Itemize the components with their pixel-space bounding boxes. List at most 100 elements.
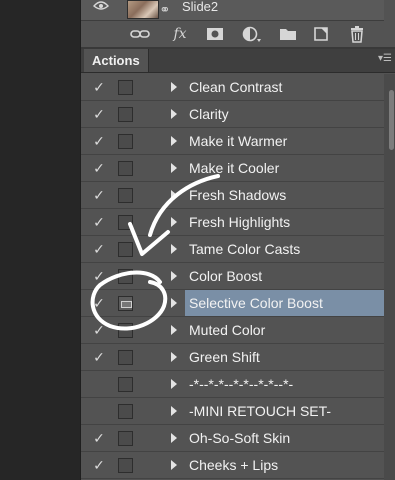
action-name: Green Shift <box>189 349 260 365</box>
expand-triangle-icon[interactable] <box>171 244 177 254</box>
dialog-toggle-box[interactable] <box>118 377 133 392</box>
action-name: Muted Color <box>189 322 266 338</box>
action-name-cell[interactable]: -MINI RETOUCH SET- <box>185 398 384 424</box>
toggle-item-checkbox[interactable]: ✓ <box>91 155 107 181</box>
fx-icon[interactable]: fx <box>169 25 191 43</box>
dialog-toggle-icon[interactable] <box>118 296 133 311</box>
action-name-cell[interactable]: Green Shift <box>185 344 384 370</box>
action-name: Color Boost <box>189 268 263 284</box>
dialog-toggle-box[interactable] <box>118 134 133 149</box>
expand-triangle-icon[interactable] <box>171 379 177 389</box>
layers-toolbar: fx <box>81 21 384 48</box>
action-row[interactable]: ✓ Oh-So-Soft Skin <box>81 425 384 452</box>
action-name: Make it Warmer <box>189 133 288 149</box>
action-name-cell[interactable]: Cheeks + Lips <box>185 452 384 478</box>
toggle-item-checkbox[interactable]: ✓ <box>91 317 107 343</box>
expand-triangle-icon[interactable] <box>171 460 177 470</box>
dialog-toggle-box[interactable] <box>118 188 133 203</box>
toggle-item-checkbox[interactable]: ✓ <box>91 425 107 451</box>
toggle-item-checkbox[interactable]: ✓ <box>91 182 107 208</box>
toggle-item-checkbox[interactable]: ✓ <box>91 236 107 262</box>
document-canvas-area <box>0 0 80 480</box>
link-icon[interactable] <box>129 25 151 43</box>
expand-triangle-icon[interactable] <box>171 352 177 362</box>
toggle-item-checkbox[interactable] <box>91 371 107 397</box>
toggle-item-checkbox[interactable]: ✓ <box>91 344 107 370</box>
action-row[interactable]: ✓ Green Shift <box>81 344 384 371</box>
action-row[interactable]: ✓ Clarity <box>81 101 384 128</box>
layer-row[interactable]: ⚭ Slide2 <box>81 0 384 21</box>
expand-triangle-icon[interactable] <box>171 109 177 119</box>
action-name-cell[interactable]: Fresh Shadows <box>185 182 384 208</box>
action-name-cell[interactable]: -*--*-*--*-*--*-*--*- <box>185 371 384 397</box>
expand-triangle-icon[interactable] <box>171 325 177 335</box>
action-row[interactable]: ✓ Cheeks + Lips <box>81 452 384 479</box>
scrollbar-thumb[interactable] <box>389 90 394 150</box>
toggle-item-checkbox[interactable]: ✓ <box>91 290 107 316</box>
action-row[interactable]: ✓ Selective Color Boost <box>81 290 384 317</box>
action-name: Clarity <box>189 106 229 122</box>
action-name-cell[interactable]: Color Boost <box>185 263 384 289</box>
toggle-item-checkbox[interactable]: ✓ <box>91 101 107 127</box>
dialog-toggle-box[interactable] <box>118 215 133 230</box>
dialog-toggle-box[interactable] <box>118 107 133 122</box>
mask-icon[interactable] <box>205 25 225 43</box>
dialog-toggle-box[interactable] <box>118 161 133 176</box>
expand-triangle-icon[interactable] <box>171 433 177 443</box>
action-row[interactable]: ✓ Clean Contrast <box>81 74 384 101</box>
action-name-cell[interactable]: Make it Cooler <box>185 155 384 181</box>
expand-triangle-icon[interactable] <box>171 163 177 173</box>
dialog-toggle-box[interactable] <box>118 242 133 257</box>
dialog-toggle-box[interactable] <box>118 350 133 365</box>
adjustment-icon[interactable] <box>241 25 263 43</box>
new-layer-icon[interactable] <box>311 25 331 43</box>
dialog-toggle-box[interactable] <box>118 269 133 284</box>
action-row[interactable]: ✓ Muted Color <box>81 317 384 344</box>
dialog-toggle-box[interactable] <box>118 323 133 338</box>
action-row[interactable]: ✓ Tame Color Casts <box>81 236 384 263</box>
dialog-toggle-box[interactable] <box>118 431 133 446</box>
expand-triangle-icon[interactable] <box>171 298 177 308</box>
expand-triangle-icon[interactable] <box>171 217 177 227</box>
action-name: Oh-So-Soft Skin <box>189 430 291 446</box>
expand-triangle-icon[interactable] <box>171 82 177 92</box>
visibility-eye-icon[interactable] <box>93 0 109 10</box>
action-row[interactable]: -MINI RETOUCH SET- <box>81 398 384 425</box>
action-row[interactable]: ✓ Make it Warmer <box>81 128 384 155</box>
toggle-item-checkbox[interactable]: ✓ <box>91 263 107 289</box>
panel-menu-icon[interactable]: ▾☰ <box>378 53 392 64</box>
action-row[interactable]: ✓ Fresh Highlights <box>81 209 384 236</box>
expand-triangle-icon[interactable] <box>171 406 177 416</box>
dialog-toggle-box[interactable] <box>118 80 133 95</box>
action-row[interactable]: -*--*-*--*-*--*-*--*- <box>81 371 384 398</box>
tab-actions[interactable]: Actions <box>84 49 149 72</box>
expand-triangle-icon[interactable] <box>171 136 177 146</box>
toggle-item-checkbox[interactable]: ✓ <box>91 452 107 478</box>
action-name-cell[interactable]: Oh-So-Soft Skin <box>185 425 384 451</box>
actions-list: ✓ Clean Contrast ✓ Clarity ✓ Make it Warmer ✓ M… <box>81 74 384 480</box>
expand-triangle-icon[interactable] <box>171 271 177 281</box>
action-name-cell[interactable]: Tame Color Casts <box>185 236 384 262</box>
action-name-cell[interactable]: Make it Warmer <box>185 128 384 154</box>
folder-icon[interactable] <box>277 25 299 43</box>
action-row[interactable]: ✓ Fresh Shadows <box>81 182 384 209</box>
action-row[interactable]: ✓ Make it Cooler <box>81 155 384 182</box>
toggle-item-checkbox[interactable] <box>91 398 107 424</box>
expand-triangle-icon[interactable] <box>171 190 177 200</box>
dialog-toggle-box[interactable] <box>118 458 133 473</box>
trash-icon[interactable] <box>347 25 367 43</box>
action-row[interactable]: ✓ Color Boost <box>81 263 384 290</box>
toggle-item-checkbox[interactable]: ✓ <box>91 128 107 154</box>
action-name-cell[interactable]: Muted Color <box>185 317 384 343</box>
toggle-item-checkbox[interactable]: ✓ <box>91 74 107 100</box>
action-name-cell[interactable]: Selective Color Boost <box>185 290 384 316</box>
action-name: Fresh Shadows <box>189 187 287 203</box>
layer-thumbnail[interactable] <box>127 0 159 19</box>
action-name-cell[interactable]: Clarity <box>185 101 384 127</box>
action-name-cell[interactable]: Clean Contrast <box>185 74 384 100</box>
dialog-toggle-box[interactable] <box>118 404 133 419</box>
action-name-cell[interactable]: Fresh Highlights <box>185 209 384 235</box>
layer-name[interactable]: Slide2 <box>182 0 218 13</box>
action-name: Clean Contrast <box>189 79 283 95</box>
toggle-item-checkbox[interactable]: ✓ <box>91 209 107 235</box>
